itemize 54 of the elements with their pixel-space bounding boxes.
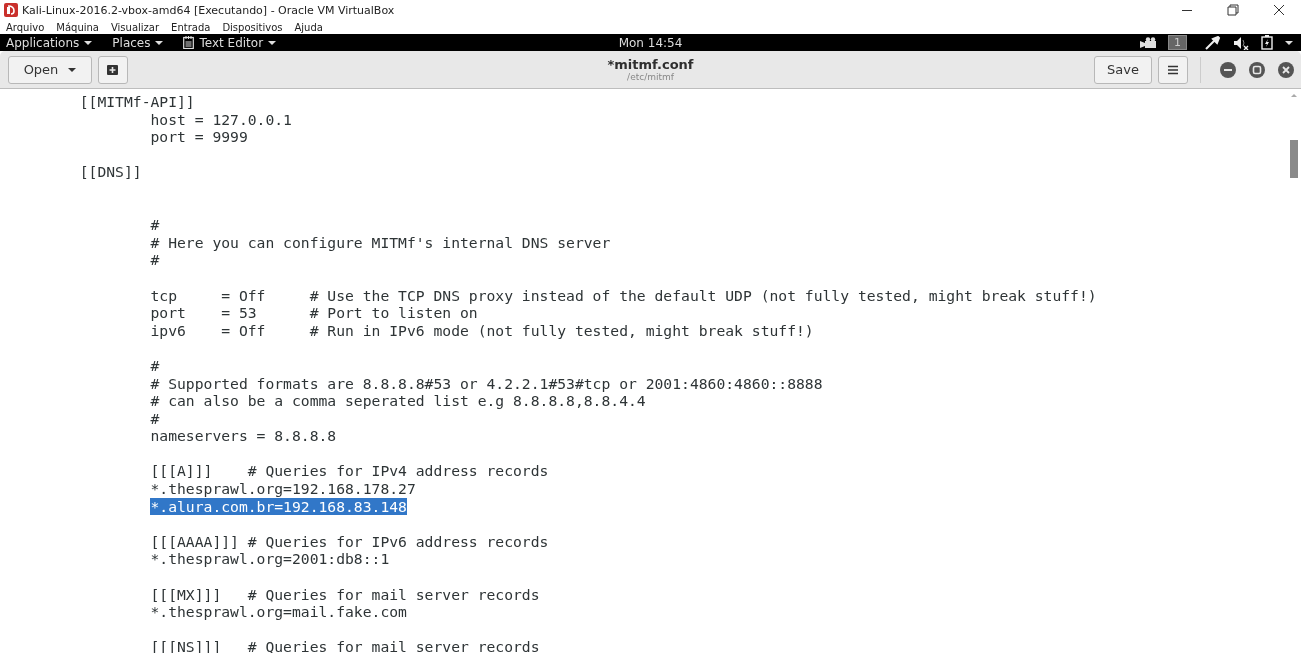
window-title: Kali-Linux-2016.2-vbox-amd64 [Executando] - Oracle VM VirtualBox bbox=[22, 3, 396, 17]
battery-icon[interactable] bbox=[1261, 35, 1273, 50]
restore-icon[interactable] bbox=[1227, 4, 1239, 16]
menu-icon bbox=[1168, 64, 1178, 75]
code-line: [[[AAAA]]] # Queries for IPv6 address records bbox=[150, 532, 549, 550]
menu-item[interactable]: Máquina bbox=[56, 21, 99, 33]
code-line: # Here you can configure MITMf's internal DNS server bbox=[150, 233, 611, 251]
code-line: # can also be a comma seperated list e.g 8.8.8.8,8.8.4.4 bbox=[150, 392, 646, 410]
code-line: [[[A]]] # Queries for IPv4 address records bbox=[150, 462, 549, 480]
menu-button[interactable] bbox=[1158, 55, 1188, 84]
code-line: # bbox=[150, 251, 160, 269]
save-button[interactable]: Save bbox=[1094, 55, 1152, 84]
speaker-muted-icon[interactable] bbox=[1233, 35, 1249, 50]
code-line: nameservers = 8.8.8.8 bbox=[150, 427, 337, 445]
top-menu[interactable]: Text Editor bbox=[183, 35, 277, 50]
code-line: [[[MX]]] # Queries for mail server records bbox=[150, 585, 540, 603]
notepad-icon bbox=[183, 36, 195, 49]
code-line: [[MITMf-API]] bbox=[79, 93, 195, 110]
code-line: tcp = Off # Use the TCP DNS proxy instead of the default UDP (not fully tested, might break stuff!) bbox=[150, 286, 1097, 304]
plus-icon bbox=[107, 63, 119, 76]
minimize-icon[interactable] bbox=[1220, 61, 1236, 78]
top-menu[interactable]: Applications bbox=[6, 35, 93, 50]
code-line: [[DNS]] bbox=[79, 163, 142, 181]
scrollbar-thumb[interactable] bbox=[1290, 140, 1298, 178]
code-line: port = 9999 bbox=[150, 128, 248, 146]
document-title: *mitmf.conf bbox=[607, 57, 694, 72]
code-line: # bbox=[150, 409, 160, 427]
code-line: port = 53 # Port to listen on bbox=[150, 304, 478, 322]
code-line: *.thesprawl.org=192.168.178.27 bbox=[150, 480, 416, 498]
code-line: *.thesprawl.org=2001:db8::1 bbox=[150, 550, 390, 568]
code-line: # bbox=[150, 356, 160, 374]
caret-icon[interactable] bbox=[1285, 40, 1293, 45]
app-logo-icon bbox=[4, 3, 18, 17]
cable-icon[interactable] bbox=[1205, 35, 1221, 50]
menu-item[interactable]: Visualizar bbox=[110, 21, 160, 33]
code-line: # bbox=[150, 216, 160, 234]
open-button[interactable]: Open bbox=[8, 55, 92, 84]
camera-icon[interactable] bbox=[1140, 36, 1156, 49]
code-line: # Supported formats are 8.8.8.8#53 or 4.2.2.1#53#tcp or 2001:4860:4860::8888 bbox=[150, 374, 823, 392]
top-menu[interactable]: Places bbox=[112, 35, 164, 50]
menu-item[interactable]: Dispositivos bbox=[222, 21, 283, 33]
close-icon[interactable] bbox=[1273, 4, 1285, 16]
workspace-indicator[interactable]: 1 bbox=[1168, 35, 1187, 50]
new-document-button[interactable] bbox=[98, 55, 128, 84]
code-line: ipv6 = Off # Run in IPv6 mode (not fully tested, might break stuff!) bbox=[150, 321, 814, 339]
clock[interactable]: Mon 14:54 bbox=[618, 35, 683, 50]
close-icon[interactable] bbox=[1278, 61, 1294, 78]
menu-item[interactable]: Arquivo bbox=[6, 21, 45, 33]
code-line: *.thesprawl.org=mail.fake.com bbox=[150, 603, 407, 621]
document-path: /etc/mitmf bbox=[627, 72, 674, 82]
menu-item[interactable]: Entrada bbox=[171, 21, 211, 33]
menu-item[interactable]: Ajuda bbox=[294, 21, 323, 33]
code-line: host = 127.0.0.1 bbox=[150, 110, 292, 128]
maximize-icon[interactable] bbox=[1249, 61, 1265, 78]
